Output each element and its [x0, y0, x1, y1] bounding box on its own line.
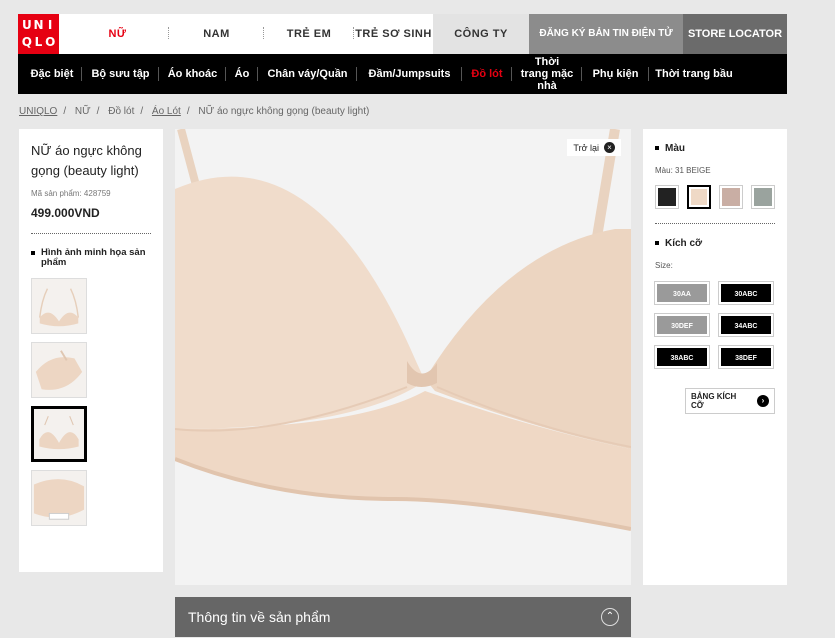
size-option-38abc[interactable]: 38ABC	[654, 345, 710, 369]
logo-letter: I	[47, 18, 53, 32]
store-locator-link[interactable]: STORE LOCATOR	[683, 14, 787, 54]
top-nav-item-kids[interactable]: TRẺ EM	[264, 14, 354, 54]
illustration-heading: Hình ảnh minh họa sản phẩm	[31, 248, 151, 268]
product-thumbnail-selected[interactable]	[31, 406, 87, 462]
top-nav-item-baby[interactable]: TRẺ SƠ SINH	[354, 14, 433, 54]
top-nav: NỮ NAM TRẺ EM TRẺ SƠ SINH	[66, 14, 433, 54]
category-loungewear[interactable]: Thời trang mặc nhà	[512, 54, 582, 94]
category-dresses[interactable]: Đầm/Jumpsuits	[357, 54, 462, 94]
size-option-30abc[interactable]: 30ABC	[718, 281, 774, 305]
category-collections[interactable]: Bộ sưu tập	[82, 54, 159, 94]
category-underwear[interactable]: Đồ lót	[462, 54, 512, 94]
newsletter-signup-link[interactable]: ĐĂNG KÝ BẢN TIN ĐIỆN TỬ	[529, 14, 683, 54]
size-option-34abc[interactable]: 34ABC	[718, 313, 774, 337]
color-swatches	[655, 185, 775, 224]
top-bar: UNI QLO NỮ NAM TRẺ EM TRẺ SƠ SINH CÔNG TY…	[18, 14, 787, 54]
product-info-toggle[interactable]: Thông tin về sản phẩm ⌃	[175, 597, 631, 637]
product-info-label: Thông tin về sản phẩm	[188, 609, 331, 625]
logo-letter: L	[34, 35, 43, 49]
logo-letter: N	[33, 18, 44, 32]
size-chart-button[interactable]: BẢNG KÍCH CỠ ›	[685, 388, 775, 414]
chevron-up-icon: ⌃	[601, 608, 619, 626]
breadcrumb-underwear[interactable]: Đồ lót	[108, 106, 134, 117]
product-title: NỮ áo ngực không gọng (beauty light)	[31, 143, 142, 178]
color-swatch-pink[interactable]	[719, 185, 743, 209]
logo-letter: Q	[21, 35, 32, 49]
breadcrumb-separator: /	[63, 106, 67, 117]
product-price: 499.000VND	[31, 206, 151, 234]
size-option-30def[interactable]: 30DEF	[654, 313, 710, 337]
category-outerwear[interactable]: Áo khoác	[159, 54, 226, 94]
breadcrumb-women[interactable]: NỮ	[75, 106, 91, 117]
category-bottoms[interactable]: Chân váy/Quần	[258, 54, 357, 94]
back-label: Trở lại	[573, 142, 599, 153]
category-nav: Đặc biệt Bộ sưu tập Áo khoác Áo Chân váy…	[18, 54, 787, 94]
arrow-right-icon: ›	[757, 395, 769, 407]
top-nav-item-women[interactable]: NỮ	[66, 14, 169, 54]
breadcrumb-separator: /	[96, 106, 100, 117]
product-options-panel: Màu Màu: 31 BEIGE Kích cỡ Size: 30AA 30A…	[643, 129, 787, 585]
color-heading: Màu	[655, 143, 775, 154]
breadcrumb: UNIQLO / NỮ / Đồ lót / Áo Lót / NỮ áo ngực k…	[19, 106, 369, 117]
color-swatch-beige[interactable]	[687, 185, 711, 209]
category-maternity[interactable]: Thời trang bầu	[649, 54, 739, 94]
size-heading: Kích cỡ	[655, 238, 775, 249]
category-accessories[interactable]: Phụ kiện	[582, 54, 649, 94]
logo-letter: U	[21, 18, 32, 32]
breadcrumb-bras[interactable]: Áo Lót	[152, 106, 181, 117]
logo-letter: O	[45, 35, 56, 49]
breadcrumb-current: NỮ áo ngực không gọng (beauty light)	[198, 106, 370, 117]
product-thumbnail[interactable]	[31, 470, 87, 526]
color-current: Màu: 31 BEIGE	[655, 166, 711, 175]
color-swatch-grey[interactable]	[751, 185, 775, 209]
back-button[interactable]: Trở lại ×	[567, 139, 621, 156]
category-special[interactable]: Đặc biệt	[22, 54, 82, 94]
breadcrumb-separator: /	[186, 106, 190, 117]
category-tops[interactable]: Áo	[226, 54, 258, 94]
size-label: Size:	[655, 261, 673, 270]
company-link[interactable]: CÔNG TY	[433, 14, 529, 54]
color-swatch-black[interactable]	[655, 185, 679, 209]
size-chart-label: BẢNG KÍCH CỠ	[691, 392, 737, 410]
breadcrumb-separator: /	[140, 106, 144, 117]
thumbnail-list	[31, 278, 151, 526]
product-summary-panel: NỮ áo ngực không gọng (beauty light) Mã …	[19, 129, 163, 572]
product-thumbnail[interactable]	[31, 342, 87, 398]
uniqlo-logo[interactable]: UNI QLO	[18, 14, 59, 54]
breadcrumb-home[interactable]: UNIQLO	[19, 106, 57, 117]
product-thumbnail[interactable]	[31, 278, 87, 334]
product-main-image[interactable]: Trở lại ×	[175, 129, 631, 585]
close-icon: ×	[604, 142, 615, 153]
top-nav-item-men[interactable]: NAM	[169, 14, 264, 54]
size-option-38def[interactable]: 38DEF	[718, 345, 774, 369]
size-option-30aa[interactable]: 30AA	[654, 281, 710, 305]
size-options: 30AA 30ABC 30DEF 34ABC 38ABC 38DEF	[654, 281, 775, 369]
product-code: Mã sản phẩm: 428759	[31, 189, 111, 198]
